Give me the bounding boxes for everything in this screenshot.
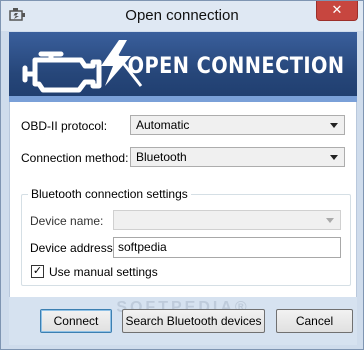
header-banner: OPEN CONNECTION [9, 32, 357, 102]
banner-title: OPEN CONNECTION [128, 54, 345, 79]
cancel-button[interactable]: Cancel [276, 309, 353, 333]
connect-button[interactable]: Connect [40, 309, 112, 333]
protocol-select-value: Automatic [136, 118, 190, 132]
manual-settings-label[interactable]: Use manual settings [49, 265, 158, 279]
search-bluetooth-button[interactable]: Search Bluetooth devices [122, 309, 265, 333]
chevron-down-icon [330, 155, 338, 160]
open-connection-window: Open connection ✕ OPEN CONNECTION OBD-II… [0, 0, 364, 350]
chevron-down-icon [330, 123, 338, 128]
connection-method-select-value: Bluetooth [136, 150, 187, 164]
device-name-select[interactable] [113, 210, 341, 230]
chevron-down-icon [326, 218, 334, 223]
connection-method-select[interactable]: Bluetooth [130, 147, 345, 167]
title-bar[interactable]: Open connection ✕ [1, 1, 363, 31]
window-title: Open connection [125, 7, 239, 24]
bluetooth-group-title: Bluetooth connection settings [28, 187, 191, 201]
device-name-label: Device name: [30, 214, 104, 228]
protocol-label: OBD-II protocol: [21, 119, 108, 133]
bluetooth-settings-group: Bluetooth connection settings Device nam… [21, 187, 351, 286]
device-address-label: Device address: [30, 241, 117, 255]
device-address-input[interactable]: softpedia [113, 237, 341, 258]
protocol-select[interactable]: Automatic [130, 115, 345, 135]
button-bar: SOFTPEDIA® Connect Search Bluetooth devi… [9, 297, 357, 345]
connection-method-label: Connection method: [21, 151, 129, 165]
manual-settings-checkbox[interactable]: ✓ [31, 265, 44, 278]
close-button[interactable]: ✕ [316, 1, 358, 21]
settings-panel: OBD-II protocol: Automatic Connection me… [9, 102, 357, 297]
